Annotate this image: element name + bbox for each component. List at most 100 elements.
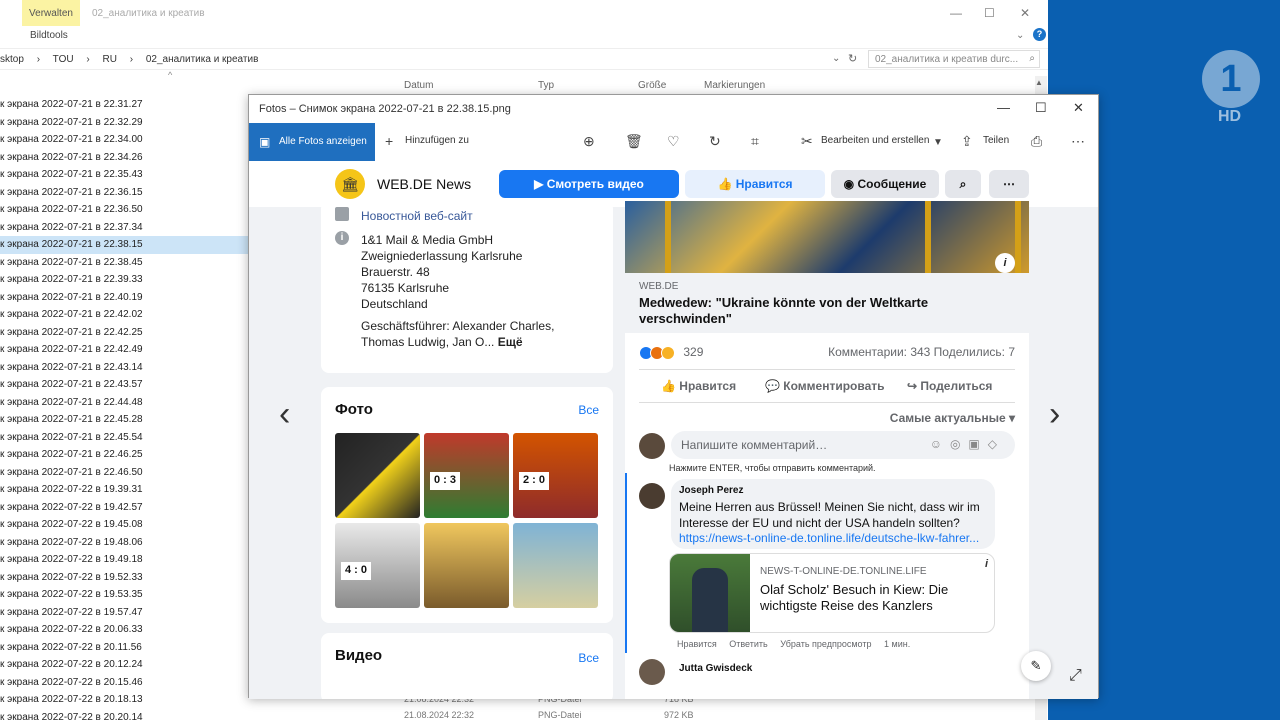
page-name[interactable]: WEB.DE News — [377, 176, 471, 192]
breadcrumb-item[interactable]: 02_аналитика и креатив — [146, 54, 259, 65]
comment-like-link[interactable]: Нравится — [677, 639, 717, 649]
refresh-icon[interactable]: ↻ — [848, 52, 857, 65]
watch-video-button[interactable]: ▶ Смотреть видео — [499, 170, 679, 198]
column-header-date[interactable]: Datum — [404, 80, 433, 91]
like-page-button[interactable]: 👍 Нравится — [685, 170, 825, 198]
heart-icon[interactable]: ♡ — [667, 133, 680, 150]
see-more-link[interactable]: Ещё — [498, 335, 523, 349]
comment-sort-dropdown[interactable]: Самые актуальные ▾ — [890, 411, 1015, 425]
info-icon[interactable]: i — [995, 253, 1015, 273]
all-photos-button[interactable]: ▣ Alle Fotos anzeigen — [249, 123, 375, 161]
comment-link[interactable]: https://news-t-online-de.tonline.life/de… — [679, 531, 979, 545]
link-preview[interactable]: WEB.DE Medwedew: "Ukraine könnte von der… — [625, 273, 1029, 333]
remove-preview-link[interactable]: Убрать предпросмотр — [780, 639, 871, 649]
page-avatar[interactable]: 🏛 — [335, 169, 365, 199]
file-row[interactable]: к экрана 2022-07-22 в 20.06.33 — [0, 621, 250, 639]
file-row[interactable]: к экрана 2022-07-21 в 22.35.43 — [0, 166, 250, 184]
page-category[interactable]: Новостной веб-сайт — [361, 209, 473, 223]
share-button[interactable]: Teilen — [983, 135, 1009, 146]
comment-author[interactable]: Joseph Perez — [679, 485, 743, 496]
file-row[interactable]: к экрана 2022-07-21 в 22.36.15 — [0, 184, 250, 202]
edit-create-button[interactable]: Bearbeiten und erstellen — [821, 135, 929, 146]
file-row[interactable]: к экрана 2022-07-21 в 22.45.54 — [0, 429, 250, 447]
see-all-link[interactable]: Все — [578, 403, 599, 417]
file-row[interactable]: к экрана 2022-07-22 в 19.48.06 — [0, 534, 250, 552]
more-icon[interactable]: ⋯ — [1071, 133, 1085, 150]
close-button[interactable]: ✕ — [1020, 6, 1030, 20]
comment-button[interactable]: 💬 Комментировать — [765, 379, 885, 393]
file-row[interactable]: к экрана 2022-07-21 в 22.42.02 — [0, 306, 250, 324]
comment-input[interactable]: Напишите комментарий… ☺◎▣◇ — [671, 431, 1015, 459]
file-row[interactable]: к экрана 2022-07-22 в 19.52.33 — [0, 569, 250, 587]
previous-arrow-icon[interactable]: ‹ — [279, 395, 290, 434]
file-row[interactable]: к экрана 2022-07-21 в 22.32.29 — [0, 114, 250, 132]
edit-icon[interactable]: ✂ — [801, 133, 813, 150]
comment-link-preview[interactable]: NEWS-T-ONLINE-DE.TONLINE.LIFE Olaf Schol… — [669, 553, 995, 633]
file-row[interactable]: к экрана 2022-07-21 в 22.46.25 — [0, 446, 250, 464]
next-arrow-icon[interactable]: › — [1049, 395, 1060, 434]
share-icon[interactable]: ⇪ — [961, 133, 973, 150]
help-icon[interactable]: ? — [1033, 28, 1046, 41]
file-row[interactable]: к экрана 2022-07-21 в 22.46.50 — [0, 464, 250, 482]
search-input[interactable]: 02_аналитика и креатив durc... ⌕ — [868, 50, 1040, 68]
ribbon-tab-picture-tools[interactable]: Bildtools — [30, 30, 68, 41]
comment-reply-link[interactable]: Ответить — [729, 639, 767, 649]
message-button[interactable]: ◉ Сообщение — [831, 170, 939, 198]
file-row[interactable]: к экрана 2022-07-22 в 19.39.31 — [0, 481, 250, 499]
maximize-button[interactable]: ☐ — [1035, 100, 1047, 116]
scroll-up-icon[interactable]: ▲ — [1035, 78, 1043, 87]
file-row[interactable]: к экрана 2022-07-22 в 20.12.24 — [0, 656, 250, 674]
file-row[interactable]: к экрана 2022-07-21 в 22.45.28 — [0, 411, 250, 429]
file-row[interactable]: к экрана 2022-07-21 в 22.40.19 — [0, 289, 250, 307]
file-row[interactable]: к экрана 2022-07-22 в 19.42.57 — [0, 499, 250, 517]
file-row[interactable]: к экрана 2022-07-21 в 22.37.34 — [0, 219, 250, 237]
photo-thumbnail[interactable]: 0 : 3 — [424, 433, 509, 518]
share-button[interactable]: ↪ Поделиться — [907, 379, 992, 393]
add-to-button[interactable]: Hinzufügen zu — [405, 135, 469, 146]
add-icon[interactable]: + — [385, 133, 393, 149]
minimize-button[interactable]: — — [950, 6, 962, 20]
file-row[interactable]: к экрана 2022-07-21 в 22.38.45 — [0, 254, 250, 272]
file-row[interactable]: к экрана 2022-07-21 в 22.31.27 — [0, 96, 250, 114]
search-icon[interactable]: ⌕ — [945, 170, 981, 198]
file-row[interactable]: к экрана 2022-07-21 в 22.34.00 — [0, 131, 250, 149]
address-bar[interactable]: sktop › TOU › RU › 02_аналитика и креати… — [0, 48, 1048, 70]
see-all-link[interactable]: Все — [578, 651, 599, 665]
file-row[interactable]: к экрана 2022-07-22 в 19.57.47 — [0, 604, 250, 622]
file-row[interactable]: к экрана 2022-07-22 в 20.18.13 — [0, 691, 250, 709]
file-row[interactable]: к экрана 2022-07-22 в 20.11.56 — [0, 639, 250, 657]
chevron-down-icon[interactable]: ⌄ — [832, 53, 840, 64]
zoom-in-icon[interactable]: ⊕ — [583, 133, 595, 150]
post-image[interactable]: i — [625, 201, 1029, 273]
reactions-summary[interactable]: 329 — [639, 345, 703, 360]
breadcrumb-item[interactable]: RU — [102, 54, 116, 65]
file-row[interactable]: к экрана 2022-07-22 в 19.53.35 — [0, 586, 250, 604]
file-row[interactable]: к экрана 2022-07-21 в 22.44.48 — [0, 394, 250, 412]
photo-thumbnail[interactable] — [335, 433, 420, 518]
delete-icon[interactable]: 🗑 — [625, 133, 643, 150]
column-header-tags[interactable]: Markierungen — [704, 80, 765, 91]
breadcrumb-item[interactable]: TOU — [53, 54, 74, 65]
photo-thumbnail[interactable]: 2 : 0 — [513, 433, 598, 518]
minimize-button[interactable]: — — [997, 100, 1010, 115]
photo-thumbnail[interactable] — [424, 523, 509, 608]
more-icon[interactable]: ⋯ — [989, 170, 1029, 198]
chevron-down-icon[interactable]: ⌄ — [1016, 30, 1024, 41]
comment-author[interactable]: Jutta Gwisdeck — [679, 663, 752, 674]
expand-icon[interactable]: ⤢ — [1069, 667, 1082, 685]
rotate-icon[interactable]: ↻ — [709, 133, 721, 150]
compose-icon[interactable]: ✎ — [1021, 651, 1051, 681]
maximize-button[interactable]: ☐ — [984, 6, 995, 20]
avatar[interactable] — [639, 659, 665, 685]
avatar[interactable] — [639, 483, 665, 509]
file-row[interactable]: к экрана 2022-07-21 в 22.34.26 — [0, 149, 250, 167]
print-icon[interactable]: ⎙ — [1031, 133, 1042, 150]
file-row[interactable]: к экрана 2022-07-22 в 19.49.18 — [0, 551, 250, 569]
file-row[interactable]: к экрана 2022-07-21 в 22.38.15 — [0, 236, 250, 254]
file-row[interactable]: к экрана 2022-07-22 в 19.45.08 — [0, 516, 250, 534]
emoji-icon[interactable]: ☺◎▣◇ — [930, 437, 1005, 451]
chevron-down-icon[interactable]: ▼ — [933, 137, 943, 148]
close-button[interactable]: ✕ — [1073, 100, 1084, 116]
column-header-size[interactable]: Größe — [638, 80, 666, 91]
file-row[interactable]: к экрана 2022-07-21 в 22.36.50 — [0, 201, 250, 219]
